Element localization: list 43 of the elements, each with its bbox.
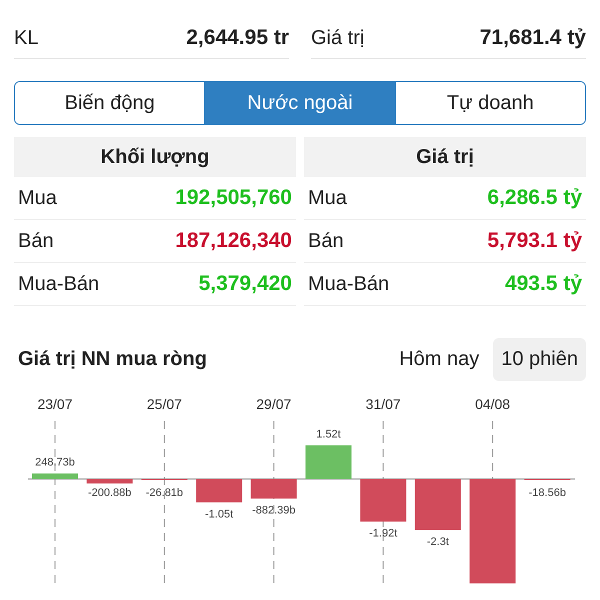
row-value: 192,505,760 (175, 186, 292, 210)
row-value: 493.5 tỷ (504, 272, 582, 296)
row-value: 5,379,420 (198, 272, 292, 296)
data-label: -2.3t (426, 536, 449, 548)
data-label: -1.92t (369, 528, 398, 540)
row-label: Bán (18, 230, 54, 252)
period-button[interactable]: 10 phiên (493, 338, 586, 381)
x-axis-label: 29/07 (256, 396, 292, 412)
column-header: Khối lượng (14, 137, 296, 177)
row-value: 6,286.5 tỷ (487, 186, 582, 210)
row-label: Mua-Bán (18, 272, 100, 296)
column-header: Giá trị (304, 137, 586, 177)
x-axis-label: 31/07 (366, 396, 401, 412)
bar (196, 479, 242, 502)
x-axis-label: 23/07 (37, 396, 73, 412)
data-label: -882.39b (252, 504, 296, 517)
tab[interactable]: Nước ngoài (204, 82, 395, 124)
data-label: 248.73b (35, 456, 75, 468)
bar (32, 473, 78, 479)
tab[interactable]: Tự doanh (394, 82, 585, 124)
bar (250, 479, 297, 499)
bar (86, 479, 133, 484)
row-value: 187,126,340 (175, 229, 292, 253)
bar (306, 445, 352, 479)
row-label: Bán (308, 230, 344, 252)
row-label: Mua-Bán (308, 272, 390, 296)
row-value: 5,793.1 tỷ (487, 229, 582, 253)
x-axis-label: 25/07 (146, 396, 182, 412)
data-label: -200.88b (88, 487, 132, 499)
row-label: Mua (308, 186, 347, 210)
x-axis-label: 04/08 (475, 396, 510, 412)
stat-value: 71,681.4 tỷ (480, 26, 586, 50)
bar (414, 479, 461, 530)
chart-title: Giá trị NN mua ròng (18, 348, 207, 371)
data-label: -26.81b (146, 487, 184, 499)
row-label: Mua (18, 186, 57, 210)
stat-label: KL (14, 26, 38, 50)
data-label: -18.56b (528, 487, 566, 499)
stat-label: Giá trị (311, 26, 364, 50)
data-label: 1.52t (316, 428, 341, 440)
stat-value: 2,644.95 tr (186, 26, 289, 50)
data-label: -1.05t (205, 508, 234, 520)
bar (360, 479, 406, 522)
